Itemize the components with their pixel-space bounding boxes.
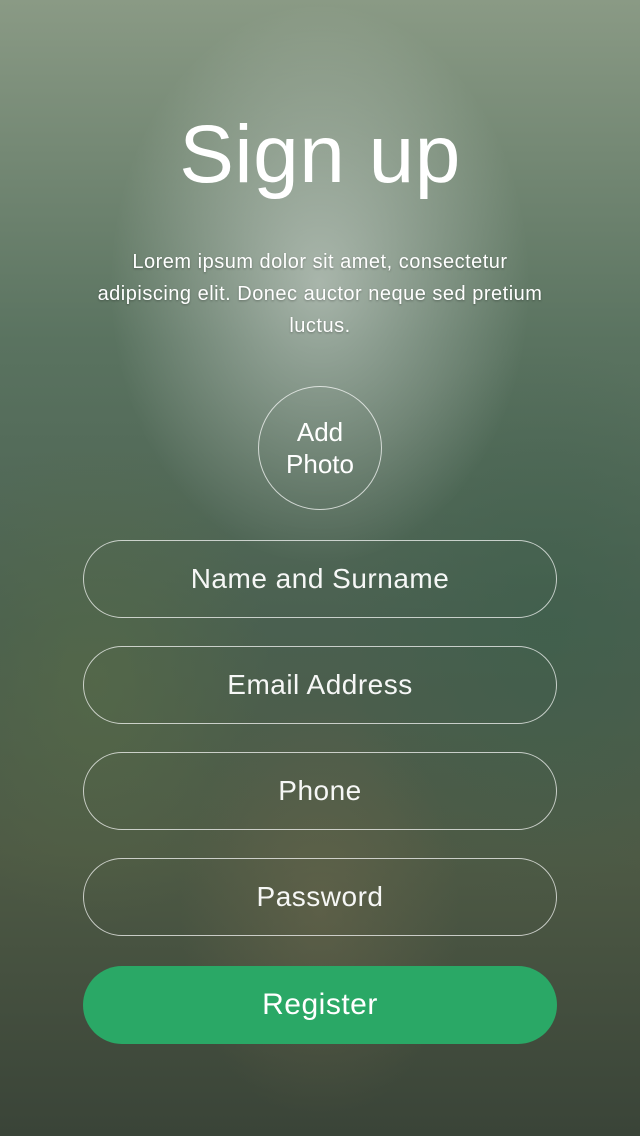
- add-photo-label-line1: Add: [297, 416, 343, 449]
- add-photo-label-line2: Photo: [286, 448, 354, 481]
- phone-field[interactable]: [83, 752, 557, 830]
- email-field[interactable]: [83, 646, 557, 724]
- signup-form: Register: [83, 540, 557, 1044]
- page-subtitle: Lorem ipsum dolor sit amet, consectetur …: [83, 246, 557, 342]
- page-title: Sign up: [179, 108, 461, 202]
- password-field[interactable]: [83, 858, 557, 936]
- signup-screen: Sign up Lorem ipsum dolor sit amet, cons…: [0, 0, 640, 1136]
- register-button[interactable]: Register: [83, 966, 557, 1044]
- add-photo-button[interactable]: Add Photo: [258, 386, 382, 510]
- name-field[interactable]: [83, 540, 557, 618]
